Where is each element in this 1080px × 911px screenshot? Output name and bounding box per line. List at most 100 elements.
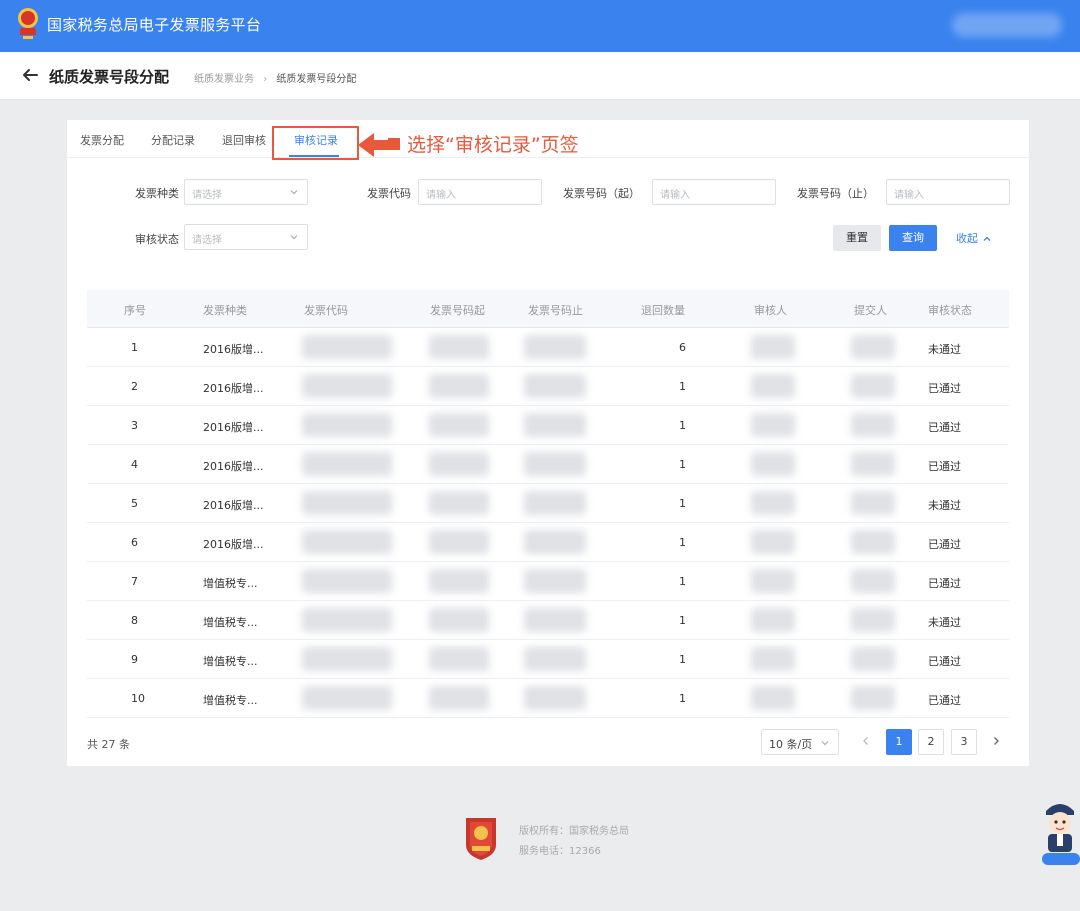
table-body: 1 2016版增... 6 未通过 2 2016版增... 1 已通过 3 2016版增... 1 已… bbox=[87, 328, 1009, 718]
column-header: 发票种类 bbox=[203, 304, 247, 317]
cell-return-quantity: 1 bbox=[679, 653, 686, 666]
table-row: 4 2016版增... 1 已通过 bbox=[87, 445, 1009, 484]
tax-emblem-icon bbox=[466, 818, 496, 860]
number-start-blurred bbox=[429, 608, 489, 632]
cell-index: 3 bbox=[131, 419, 138, 432]
breadcrumb-separator: › bbox=[263, 74, 268, 85]
submitter-blurred bbox=[851, 491, 895, 515]
cell-return-quantity: 1 bbox=[679, 614, 686, 627]
tab-allocation-records[interactable]: 分配记录 bbox=[151, 132, 195, 148]
sub-header: 纸质发票号段分配 纸质发票业务 › 纸质发票号段分配 bbox=[0, 52, 1080, 100]
review-status-placeholder: 请选择 bbox=[192, 235, 222, 246]
chevron-down-icon bbox=[290, 190, 298, 195]
submitter-blurred bbox=[851, 374, 895, 398]
review-status-label: 审核状态 bbox=[135, 233, 179, 246]
footer-phone: 服务电话：12366 bbox=[519, 846, 601, 857]
reset-button[interactable]: 重置 bbox=[833, 225, 881, 251]
cell-review-status: 未通过 bbox=[928, 343, 961, 356]
invoice-code-blurred bbox=[302, 647, 392, 671]
cell-index: 8 bbox=[131, 614, 138, 627]
table-row: 6 2016版增... 1 已通过 bbox=[87, 523, 1009, 562]
submitter-blurred bbox=[851, 686, 895, 710]
page-button-3[interactable]: 3 bbox=[951, 729, 977, 755]
tab-invoice-allocation[interactable]: 发票分配 bbox=[80, 132, 124, 148]
page-size-select[interactable]: 10 条/页 bbox=[761, 729, 839, 755]
table-row: 1 2016版增... 6 未通过 bbox=[87, 328, 1009, 367]
assistant-avatar-icon[interactable] bbox=[1040, 795, 1080, 867]
cell-review-status: 已通过 bbox=[928, 694, 961, 707]
page-button-2[interactable]: 2 bbox=[918, 729, 944, 755]
total-count: 共 27 条 bbox=[87, 738, 130, 751]
query-button[interactable]: 查询 bbox=[889, 225, 937, 251]
invoice-code-input[interactable]: 请输入 bbox=[418, 179, 542, 205]
chevron-up-icon bbox=[983, 236, 991, 241]
cell-index: 7 bbox=[131, 575, 138, 588]
top-bar: 国家税务总局电子发票服务平台 bbox=[0, 0, 1080, 52]
table-row: 8 增值税专... 1 未通过 bbox=[87, 601, 1009, 640]
page-size-value: 10 条/页 bbox=[769, 738, 813, 751]
cell-return-quantity: 1 bbox=[679, 419, 686, 432]
invoice-type-placeholder: 请选择 bbox=[192, 190, 222, 201]
submitter-blurred bbox=[851, 608, 895, 632]
number-end-input[interactable]: 请输入 bbox=[886, 179, 1010, 205]
user-info-blurred[interactable] bbox=[952, 13, 1062, 37]
chevron-down-icon bbox=[821, 741, 829, 746]
number-start-blurred bbox=[429, 491, 489, 515]
reviewer-blurred bbox=[751, 647, 795, 671]
invoice-type-select[interactable]: 请选择 bbox=[184, 179, 308, 205]
number-start-input[interactable]: 请输入 bbox=[652, 179, 776, 205]
chevron-right-icon[interactable] bbox=[989, 734, 1003, 748]
number-end-blurred bbox=[524, 530, 586, 554]
number-start-blurred bbox=[429, 569, 489, 593]
cell-index: 9 bbox=[131, 653, 138, 666]
annotation-highlight-box bbox=[272, 126, 359, 160]
page-button-1[interactable]: 1 bbox=[886, 729, 912, 755]
number-end-blurred bbox=[524, 491, 586, 515]
tab-return-review[interactable]: 退回审核 bbox=[222, 132, 266, 148]
table-row: 2 2016版增... 1 已通过 bbox=[87, 367, 1009, 406]
cell-review-status: 已通过 bbox=[928, 421, 961, 434]
number-start-blurred bbox=[429, 374, 489, 398]
breadcrumb: 纸质发票业务 › 纸质发票号段分配 bbox=[194, 70, 356, 85]
column-header: 审核状态 bbox=[928, 304, 972, 317]
cell-invoice-type: 增值税专... bbox=[203, 694, 258, 707]
invoice-code-blurred bbox=[302, 452, 392, 476]
cell-index: 10 bbox=[131, 692, 145, 705]
number-end-blurred bbox=[524, 452, 586, 476]
chevron-left-icon[interactable] bbox=[859, 734, 873, 748]
cell-invoice-type: 2016版增... bbox=[203, 343, 264, 356]
cell-invoice-type: 2016版增... bbox=[203, 421, 264, 434]
number-end-placeholder: 请输入 bbox=[894, 190, 924, 201]
reviewer-blurred bbox=[751, 686, 795, 710]
cell-return-quantity: 1 bbox=[679, 692, 686, 705]
collapse-label: 收起 bbox=[956, 232, 978, 245]
table-row: 7 增值税专... 1 已通过 bbox=[87, 562, 1009, 601]
cell-invoice-type: 2016版增... bbox=[203, 460, 264, 473]
submitter-blurred bbox=[851, 413, 895, 437]
reviewer-blurred bbox=[751, 530, 795, 554]
annotation-text: 选择“审核记录”页签 bbox=[407, 134, 579, 156]
submitter-blurred bbox=[851, 647, 895, 671]
number-start-blurred bbox=[429, 647, 489, 671]
number-end-label: 发票号码（止） bbox=[797, 187, 874, 200]
main-card: 发票分配 分配记录 退回审核 审核记录 选择“审核记录”页签 发票种类 请选择 … bbox=[67, 120, 1029, 766]
arrow-left-icon[interactable] bbox=[20, 65, 40, 85]
reviewer-blurred bbox=[751, 374, 795, 398]
invoice-code-blurred bbox=[302, 413, 392, 437]
number-end-blurred bbox=[524, 569, 586, 593]
reviewer-blurred bbox=[751, 491, 795, 515]
reviewer-blurred bbox=[751, 569, 795, 593]
table-row: 10 增值税专... 1 已通过 bbox=[87, 679, 1009, 718]
tax-bureau-logo-icon bbox=[18, 8, 38, 39]
column-header: 发票号码起 bbox=[430, 304, 485, 317]
review-status-select[interactable]: 请选择 bbox=[184, 224, 308, 250]
cell-return-quantity: 1 bbox=[679, 575, 686, 588]
cell-return-quantity: 6 bbox=[679, 341, 686, 354]
number-end-blurred bbox=[524, 374, 586, 398]
collapse-link[interactable]: 收起 bbox=[956, 230, 992, 246]
breadcrumb-item-paper-invoice[interactable]: 纸质发票业务 bbox=[194, 74, 254, 85]
invoice-code-blurred bbox=[302, 686, 392, 710]
column-header: 发票号码止 bbox=[528, 304, 583, 317]
cell-invoice-type: 2016版增... bbox=[203, 382, 264, 395]
cell-return-quantity: 1 bbox=[679, 497, 686, 510]
